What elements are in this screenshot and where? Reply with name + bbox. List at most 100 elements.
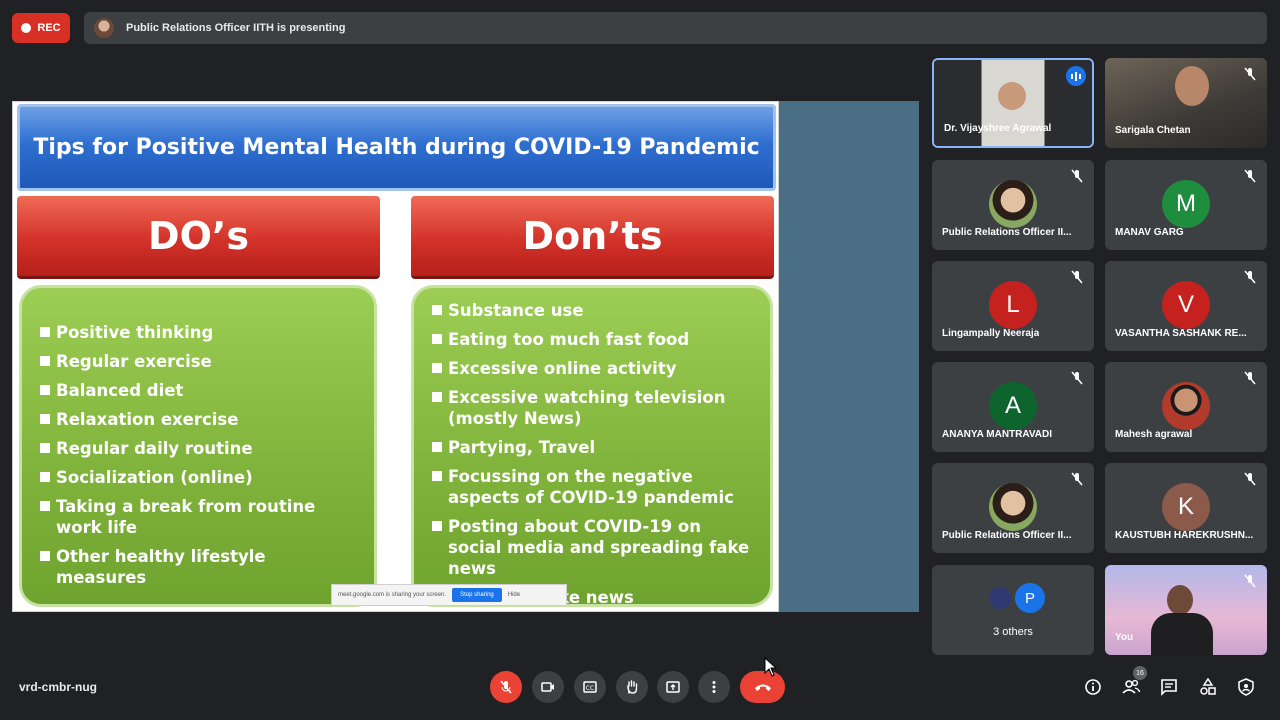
stop-sharing-button[interactable]: Stop sharing	[452, 588, 502, 602]
present-screen-icon	[666, 681, 680, 693]
screen-share-banner: meet.google.com is sharing your screen. …	[331, 584, 567, 606]
dos-list: Positive thinking Regular exercise Balan…	[19, 285, 377, 607]
hang-up-icon	[754, 684, 771, 691]
captions-button[interactable]: CC	[574, 671, 606, 703]
mic-off-icon	[1244, 472, 1256, 486]
dos-item: Positive thinking	[40, 322, 360, 343]
participant-name: Lingampally Neeraja	[942, 328, 1040, 339]
participant-tile[interactable]: Public Relations Officer II...	[932, 463, 1094, 553]
participant-name: KAUSTUBH HAREKRUSHN...	[1115, 530, 1254, 541]
participant-tile[interactable]: Mahesh agrawal	[1105, 362, 1267, 452]
mouse-cursor-icon	[764, 657, 778, 677]
donts-item: Eating too much fast food	[432, 329, 756, 350]
dos-item: Relaxation exercise	[40, 409, 360, 430]
mic-off-icon	[500, 680, 512, 694]
speaking-indicator-icon	[1066, 66, 1086, 86]
rec-label: REC	[37, 22, 61, 34]
recording-indicator[interactable]: REC	[12, 13, 70, 43]
activities-button[interactable]	[1198, 677, 1218, 697]
mic-off-icon	[1244, 371, 1256, 385]
present-now-button[interactable]	[657, 671, 689, 703]
mic-off-icon	[1244, 574, 1256, 588]
participant-avatar: K	[1162, 483, 1210, 531]
donts-item: Partying, Travel	[432, 437, 756, 458]
participant-tile[interactable]: L Lingampally Neeraja	[932, 261, 1094, 351]
participant-name: ANANYA MANTRAVADI	[942, 429, 1052, 440]
more-options-button[interactable]	[698, 671, 730, 703]
share-banner-text: meet.google.com is sharing your screen.	[338, 592, 447, 598]
camera-icon	[541, 682, 554, 692]
dos-item: Other healthy lifestyle measures	[40, 546, 360, 588]
host-controls-button[interactable]	[1236, 677, 1256, 697]
self-face	[1167, 585, 1193, 615]
camera-toggle-button[interactable]	[532, 671, 564, 703]
participant-face	[1175, 66, 1209, 106]
participant-avatar: L	[989, 281, 1037, 329]
mic-off-icon	[1071, 371, 1083, 385]
participant-tile[interactable]: M MANAV GARG	[1105, 160, 1267, 250]
participant-avatar	[989, 483, 1037, 531]
presentation-stage: Tips for Positive Mental Health during C…	[12, 101, 919, 612]
people-icon	[1122, 679, 1141, 694]
record-dot-icon	[21, 23, 32, 33]
raise-hand-button[interactable]	[616, 671, 648, 703]
presenting-text: Public Relations Officer IITH is present…	[126, 22, 346, 34]
activities-icon	[1200, 678, 1216, 695]
info-icon	[1085, 679, 1101, 695]
participant-tile[interactable]: Sarigala Chetan	[1105, 58, 1267, 148]
participant-tile[interactable]: V VASANTHA SASHANK RE...	[1105, 261, 1267, 351]
participant-tile[interactable]: Dr. Vijayshree Agrawal	[932, 58, 1094, 148]
donts-heading: Don’ts	[411, 196, 774, 279]
donts-list: Substance use Eating too much fast food …	[411, 285, 773, 607]
participant-name: Public Relations Officer II...	[942, 530, 1072, 541]
participant-tile[interactable]: K KAUSTUBH HAREKRUSHN...	[1105, 463, 1267, 553]
self-body	[1151, 613, 1213, 655]
dos-heading: DO’s	[17, 196, 380, 279]
mic-off-icon	[1071, 270, 1083, 284]
mic-toggle-button[interactable]	[490, 671, 522, 703]
participant-tile[interactable]: A ANANYA MANTRAVADI	[932, 362, 1094, 452]
others-label: 3 others	[993, 626, 1033, 638]
mic-off-icon	[1071, 169, 1083, 183]
dos-item: Balanced diet	[40, 380, 360, 401]
dos-item: Socialization (online)	[40, 467, 360, 488]
svg-text:CC: CC	[586, 685, 594, 692]
participant-name: Sarigala Chetan	[1115, 125, 1191, 136]
presenter-avatar	[94, 18, 114, 38]
participant-tile[interactable]: Public Relations Officer II...	[932, 160, 1094, 250]
leave-call-button[interactable]	[740, 671, 785, 703]
participant-name: Dr. Vijayshree Agrawal	[944, 123, 1052, 134]
donts-item: Focussing on the negative aspects of COV…	[432, 466, 756, 508]
participant-face	[998, 82, 1026, 110]
mic-off-icon	[1244, 67, 1256, 81]
participant-avatar: A	[989, 382, 1037, 430]
donts-item: Substance use	[432, 300, 756, 321]
others-avatar-stack	[989, 587, 1011, 609]
chat-icon	[1161, 679, 1177, 696]
mic-off-icon	[1071, 472, 1083, 486]
donts-item: Excessive watching television (mostly Ne…	[432, 387, 756, 429]
participant-avatar	[1162, 382, 1210, 430]
hide-banner-button[interactable]: Hide	[508, 592, 520, 598]
participant-name: MANAV GARG	[1115, 227, 1184, 238]
meeting-code: vrd-cmbr-nug	[19, 680, 97, 694]
participant-avatar	[989, 180, 1037, 228]
slide-title: Tips for Positive Mental Health during C…	[17, 104, 776, 191]
people-button[interactable]	[1121, 677, 1141, 697]
participant-count-badge: 16	[1133, 666, 1147, 680]
more-vert-icon	[712, 681, 716, 693]
mic-off-icon	[1244, 270, 1256, 284]
participant-avatar: V	[1162, 281, 1210, 329]
meeting-details-button[interactable]	[1083, 677, 1103, 697]
self-tile[interactable]: You	[1105, 565, 1267, 655]
dos-item: Regular exercise	[40, 351, 360, 372]
presenting-banner: Public Relations Officer IITH is present…	[84, 12, 1267, 44]
donts-item: Posting about COVID-19 on social media a…	[432, 516, 756, 579]
mic-off-icon	[1244, 169, 1256, 183]
participant-name: VASANTHA SASHANK RE...	[1115, 328, 1247, 339]
others-tile[interactable]: P 3 others	[932, 565, 1094, 655]
dos-item: Taking a break from routine work life	[40, 496, 360, 538]
chat-button[interactable]	[1159, 677, 1179, 697]
participant-name: Public Relations Officer II...	[942, 227, 1072, 238]
dos-item: Regular daily routine	[40, 438, 360, 459]
